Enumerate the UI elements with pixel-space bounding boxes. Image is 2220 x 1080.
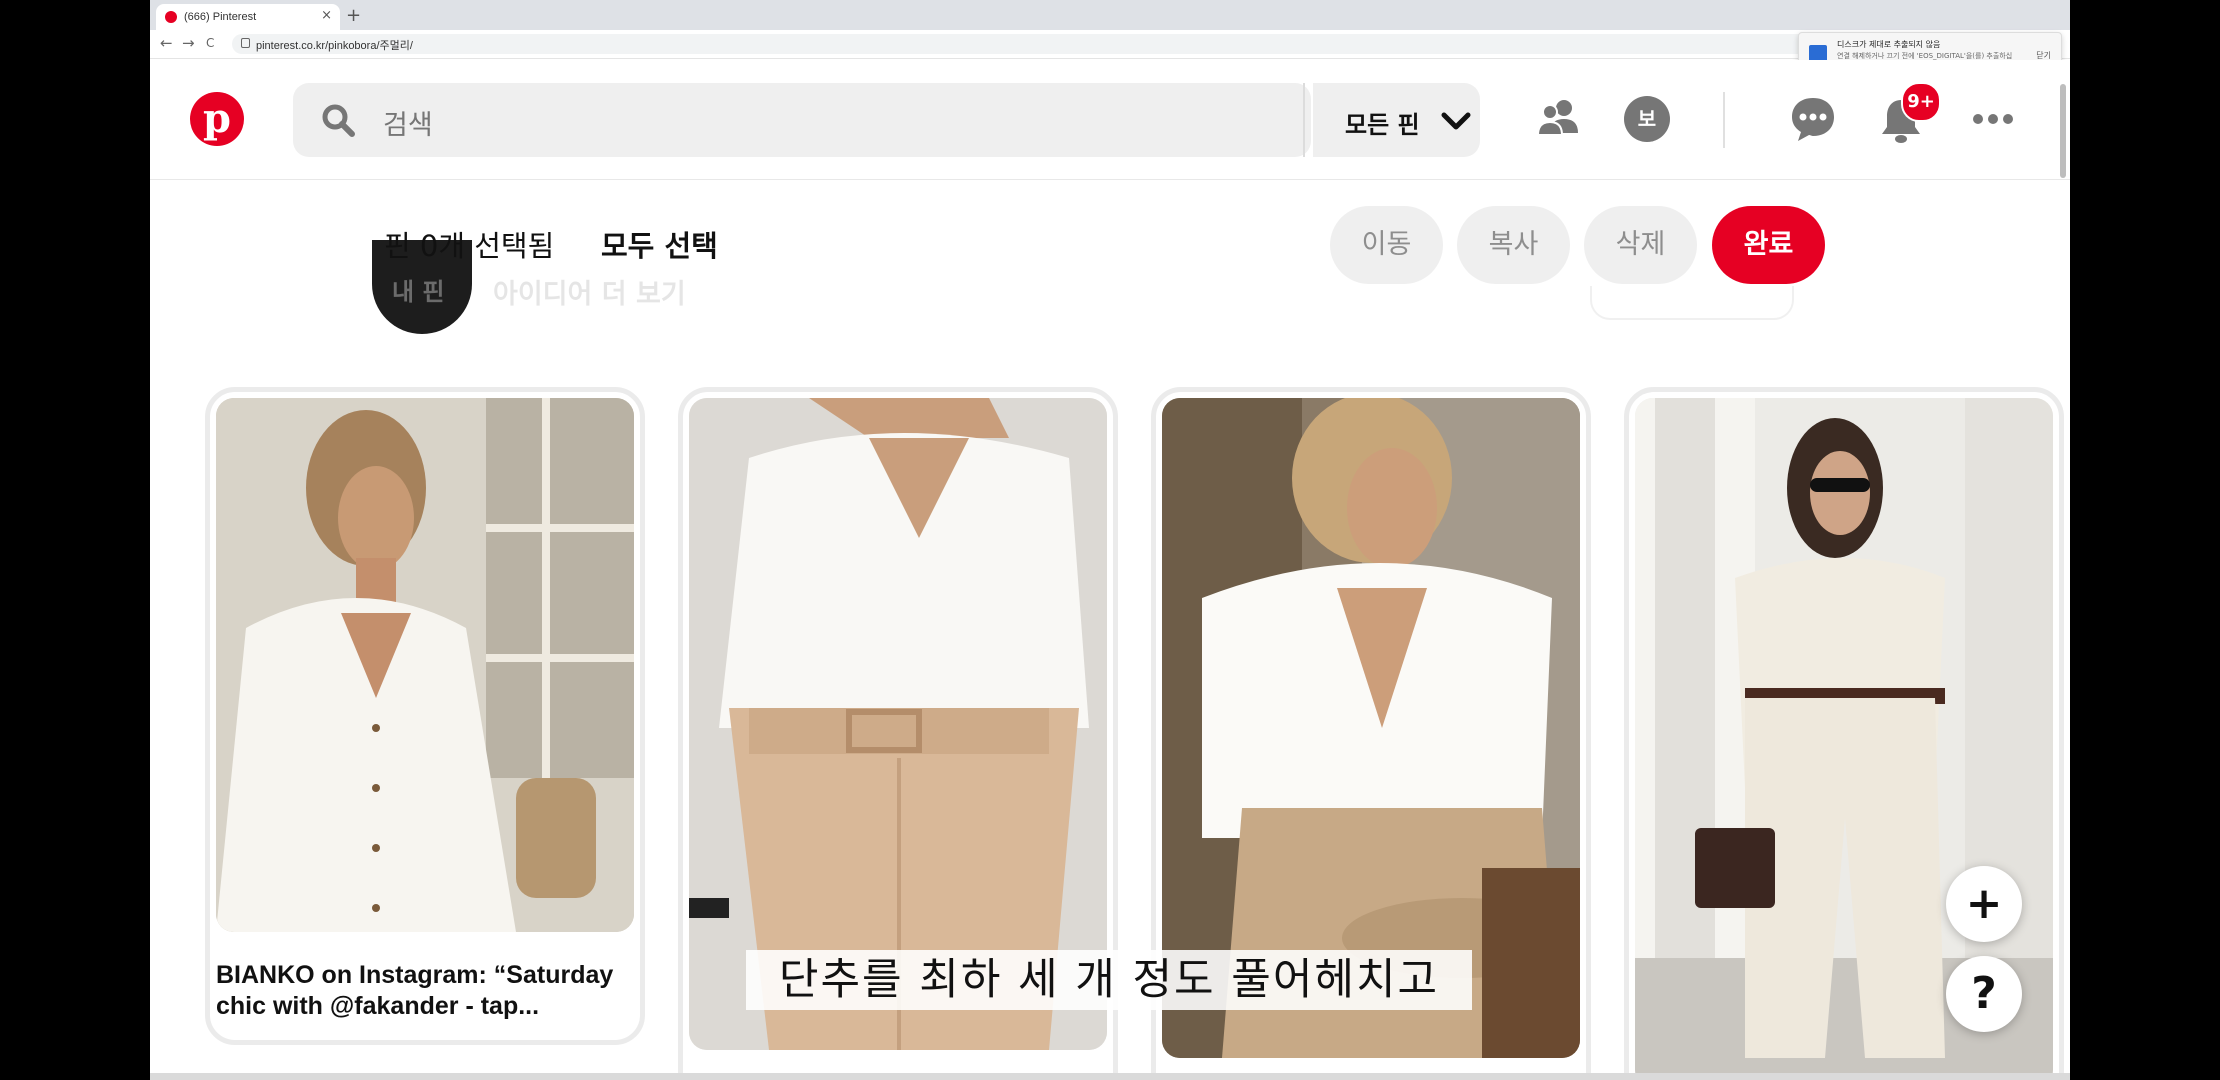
copy-button[interactable]: 복사	[1457, 206, 1570, 284]
search-bar[interactable]: 검색	[293, 83, 1311, 157]
header-border	[150, 179, 2070, 180]
help-button[interactable]: ?	[1946, 956, 2022, 1032]
chevron-down-icon	[1441, 112, 1471, 130]
reload-button[interactable]: C	[206, 36, 214, 50]
tab-pinterest[interactable]: (666) Pinterest ×	[156, 4, 340, 30]
search-input[interactable]: 검색	[383, 103, 433, 142]
pin-title[interactable]: BIANKO on Instagram: “Saturday chic with…	[216, 960, 626, 1022]
pin-image[interactable]	[216, 398, 634, 932]
pin-card[interactable]: BIANKO on Instagram: “Saturday chic with…	[205, 387, 645, 1045]
delete-button[interactable]: 삭제	[1584, 206, 1697, 284]
search-icon	[322, 104, 355, 137]
filter-label: 모든 핀	[1345, 111, 1420, 139]
browser-window: (666) Pinterest × + ← → C pinterest.co.k…	[150, 0, 2070, 1080]
filter-dropdown[interactable]: 모든 핀	[1313, 83, 1480, 157]
search-divider	[1303, 83, 1305, 157]
pinterest-logo-icon[interactable]: p	[190, 92, 244, 146]
pin-photo	[216, 398, 634, 932]
tab-close-button[interactable]: ×	[321, 8, 332, 23]
more-options-icon[interactable]	[1968, 94, 2018, 144]
vertical-scrollbar[interactable]	[2060, 84, 2066, 178]
add-button[interactable]: +	[1946, 866, 2022, 942]
notification-title: 디스크가 제대로 추출되지 않음	[1837, 40, 1941, 49]
move-button[interactable]: 이동	[1330, 206, 1443, 284]
tab-title: (666) Pinterest	[184, 11, 257, 23]
lock-icon	[241, 38, 250, 48]
selected-count: 핀 0개 선택됨	[384, 229, 555, 263]
more-ideas-label: 아이디어 더 보기	[493, 279, 686, 310]
chat-icon[interactable]	[1788, 94, 1838, 144]
forward-button[interactable]: →	[182, 34, 195, 52]
horizontal-scrollbar[interactable]	[150, 1073, 2070, 1080]
view-toggle	[1590, 286, 1794, 320]
header-divider	[1723, 92, 1725, 148]
people-icon[interactable]	[1534, 93, 1584, 143]
pinterest-favicon-icon	[165, 11, 177, 23]
done-button[interactable]: 완료	[1712, 206, 1825, 284]
url-bar[interactable]: pinterest.co.kr/pinkobora/주멀리/	[232, 34, 1932, 54]
back-button[interactable]: ←	[160, 34, 173, 52]
select-all-button[interactable]: 모두 선택	[601, 223, 718, 265]
tab-bar: (666) Pinterest × +	[150, 0, 2070, 30]
notification-badge: 9+	[1901, 82, 1941, 122]
my-pins-label: 내 핀	[392, 278, 445, 306]
new-tab-button[interactable]: +	[346, 5, 361, 26]
url-text[interactable]: pinterest.co.kr/pinkobora/주멀리/	[256, 37, 413, 53]
avatar[interactable]: 보	[1624, 96, 1670, 142]
site-header: p 검색 모든 핀 보 9+	[150, 60, 2070, 180]
address-bar-row: ← → C pinterest.co.kr/pinkobora/주멀리/	[150, 30, 2070, 59]
video-subtitle: 단추를 최하 세 개 정도 풀어헤치고	[746, 950, 1472, 1010]
